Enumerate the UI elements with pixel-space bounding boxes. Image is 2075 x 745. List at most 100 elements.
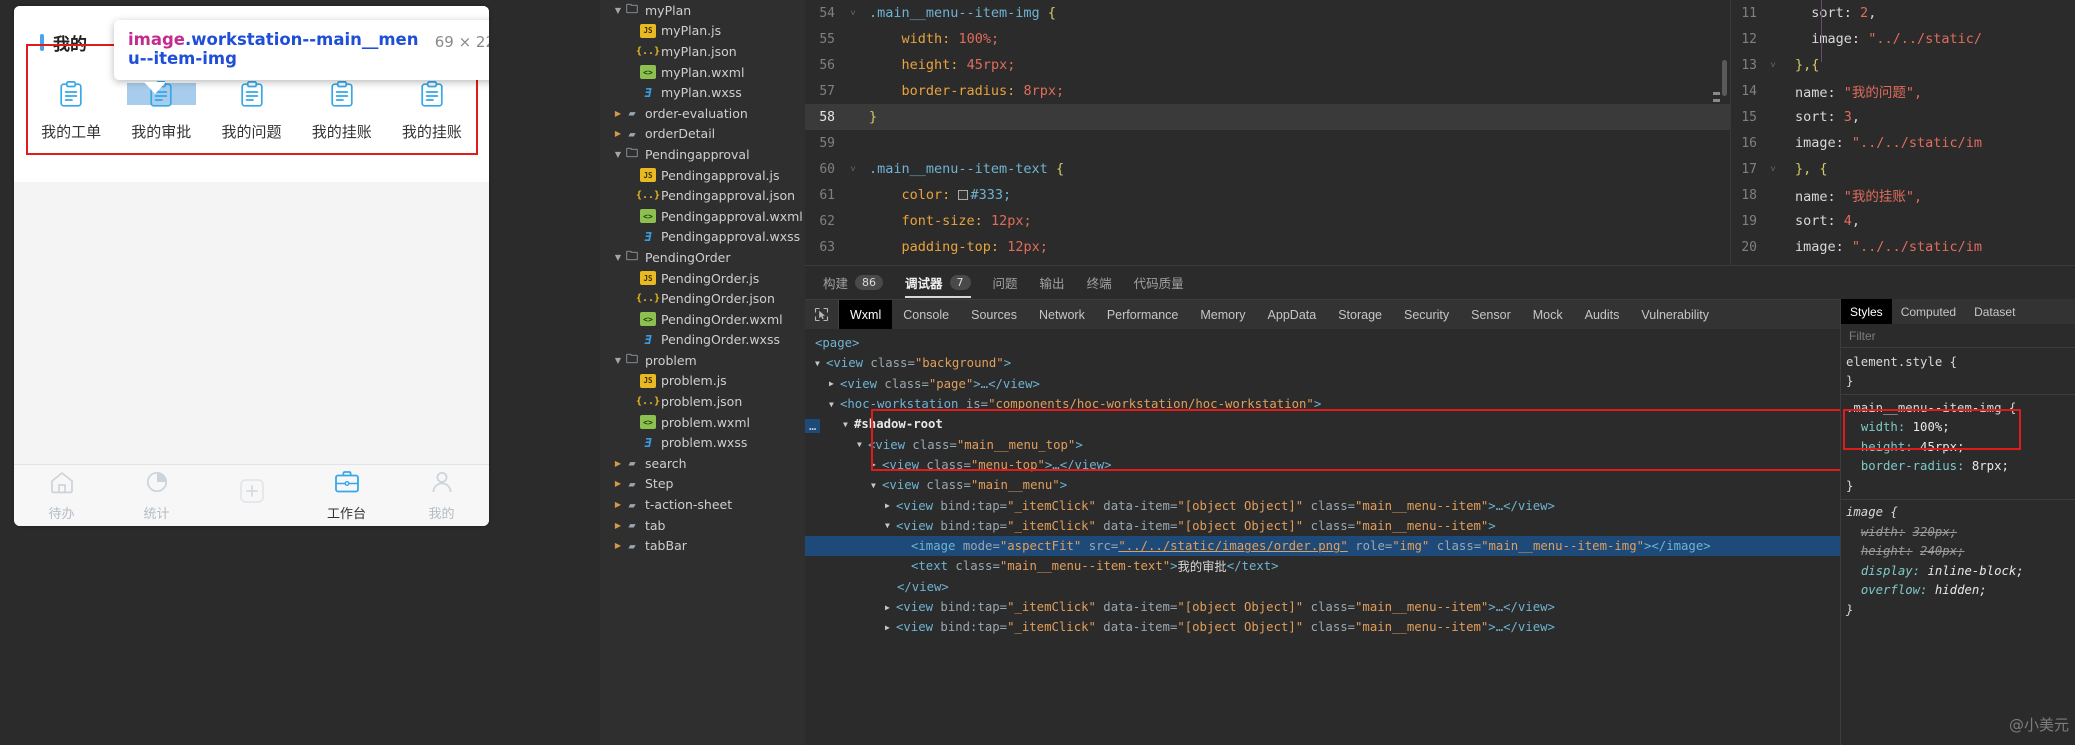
wxml-dom-tree[interactable]: <page> ▼ <view class= "background" > ▶ <view… [805,329,1840,745]
css-value[interactable]: 240px; [1920,544,1964,558]
chevron-down-icon[interactable]: ▼ [815,359,826,368]
style-rule-1-selector[interactable]: .main__menu--item-img { [1841,398,2075,418]
styles-tab-strip[interactable]: Styles Computed Dataset [1841,299,2075,324]
chevron-right-icon[interactable]: ▶ [612,521,624,530]
color-swatch-icon[interactable] [958,190,969,200]
devtools-tab-memory[interactable]: Memory [1189,300,1256,330]
chevron-down-icon[interactable]: ▼ [871,481,882,490]
code-line-59[interactable]: 59 [805,130,1730,156]
code-line-13[interactable]: 13 ˅},{ [1731,52,2075,78]
panel-tab-output[interactable]: 输出 [1040,266,1065,300]
code-line-17[interactable]: 17 ˅}, { [1731,156,2075,182]
dom-node-shadow-root[interactable]: ▼ #shadow-root [805,414,1840,434]
css-property[interactable]: display: [1861,564,1920,578]
tree-row[interactable]: ▶ ▰ t-action-sheet [600,494,805,515]
tree-row[interactable]: <> Pendingapproval.wxml [600,206,805,227]
tree-row[interactable]: ▼ 🗀 problem [600,350,805,371]
fold-chevron-down-icon[interactable]: ˅ [845,164,861,175]
devtools-tab-vulnerability[interactable]: Vulnerability [1630,300,1720,330]
dom-node-hoc-workstation[interactable]: ▼ <hoc-workstation is= "components/hoc-wor… [805,394,1840,414]
chevron-right-icon[interactable]: ▶ [885,501,896,510]
phone-simulator[interactable]: 我的 我的工单 我的审批 我的问题 我的挂账 我的挂账 image.workst… [14,6,489,526]
styles-tab-styles[interactable]: Styles [1841,299,1892,324]
chevron-right-icon[interactable]: ▶ [871,460,882,469]
menu-item-4[interactable]: 我的挂账 [387,75,477,142]
styles-tab-dataset[interactable]: Dataset [1965,299,2024,324]
dom-node-main-menu-top[interactable]: ▼ <view class= "main__menu_top" > [805,434,1840,454]
devtools-tab-console[interactable]: Console [892,300,960,330]
code-line-20[interactable]: 20 image: "../../static/im [1731,234,2075,260]
dom-node-text[interactable]: <text class= "main__menu--item-text" > 我的审批… [805,556,1840,576]
menu-item-img-wrap-0[interactable] [37,81,106,107]
tree-row[interactable]: ▶ ▰ search [600,453,805,474]
code-line-62[interactable]: 62 font-size: 12px; [805,208,1730,234]
devtools-tab-sensor[interactable]: Sensor [1460,300,1522,330]
tree-row[interactable]: ▶ ▰ Step [600,474,805,495]
css-property[interactable]: overflow: [1861,583,1928,597]
file-explorer-tree[interactable]: ▼ 🗀 myPlan JS myPlan.js {..} myPlan.json <> m… [600,0,805,745]
style-rule-element[interactable]: element.style { [1841,352,2075,372]
css-property[interactable]: width: [1861,525,1905,539]
js-code-editor[interactable]: 11 sort: 2, 12 image: "../../static/ 13 ˅… [1730,0,2075,265]
dom-src-link[interactable]: "../../static/images/order.png" [1118,539,1348,553]
tree-row[interactable]: ▶ ▰ tabBar [600,535,805,556]
chevron-down-icon[interactable]: ▼ [843,420,854,429]
tree-row[interactable]: {..} PendingOrder.json [600,288,805,309]
css-value[interactable]: inline-block; [1927,564,2023,578]
menu-item-img-wrap-2[interactable] [217,81,286,107]
code-line-63[interactable]: 63 padding-top: 12px; [805,234,1730,260]
devtools-tab-audits[interactable]: Audits [1574,300,1631,330]
dom-node-close-view[interactable]: </view> [805,577,1840,597]
tree-row[interactable]: ▶ ▰ tab [600,515,805,536]
dom-node-menu-item-3[interactable]: ▶ <view bind:tap= "_itemClick" data-item= "… [805,617,1840,637]
style-decl-image-height[interactable]: height: 240px; [1841,542,2075,562]
code-line-16[interactable]: 16 image: "../../static/im [1731,130,2075,156]
css-value[interactable]: 100%; [1913,420,1950,434]
css-property[interactable]: width: [1861,420,1905,434]
dom-ellipsis-badge[interactable]: … [805,419,821,433]
css-property[interactable]: border-radius: [1861,459,1965,473]
styles-rule-list[interactable]: element.style { } .main__menu--item-img … [1841,348,2075,745]
chevron-right-icon[interactable]: ▶ [885,603,896,612]
tabbar-item-stats[interactable]: 统计 [109,470,204,522]
tabbar-item-mine[interactable]: 我的 [394,470,489,522]
chevron-right-icon[interactable]: ▶ [612,129,624,138]
menu-item-2[interactable]: 我的问题 [206,75,296,142]
fold-chevron-down-icon[interactable]: ˅ [1765,60,1781,71]
css-value[interactable]: 8rpx; [1972,459,2009,473]
fold-chevron-down-icon[interactable]: ˅ [845,8,861,19]
editor-scrollbar-thumb[interactable] [1722,60,1727,96]
dom-node-menu-item-0[interactable]: ▶ <view bind:tap= "_itemClick" data-item= "… [805,495,1840,515]
dom-node-background[interactable]: ▼ <view class= "background" > [805,353,1840,373]
code-line-15[interactable]: 15 sort: 3, [1731,104,2075,130]
tabbar-item-workstation[interactable]: 工作台 [299,470,394,522]
tree-row[interactable]: JS problem.js [600,371,805,392]
code-line-54[interactable]: 54 ˅ .main__menu--item-img { [805,0,1730,26]
dom-node-menu-top[interactable]: ▶ <view class= "menu-top" >…</view> [805,455,1840,475]
wxss-code-editor[interactable]: 54 ˅ .main__menu--item-img { 55 width: 100… [805,0,1730,265]
tree-row[interactable]: ▶ ▰ orderDetail [600,124,805,145]
code-line-12[interactable]: 12 image: "../../static/ [1731,26,2075,52]
style-decl-border-radius[interactable]: border-radius: 8rpx; [1841,457,2075,477]
chevron-down-icon[interactable]: ▼ [612,253,624,262]
styles-tab-computed[interactable]: Computed [1892,299,1965,324]
code-line-14[interactable]: 14 name: "我的问题", [1731,78,2075,104]
devtools-tab-mock[interactable]: Mock [1522,300,1574,330]
menu-item-3[interactable]: 我的挂账 [297,75,387,142]
code-line-61[interactable]: 61 color: #333; [805,182,1730,208]
code-line-19[interactable]: 19 sort: 4, [1731,208,2075,234]
code-line-60[interactable]: 60 ˅ .main__menu--item-text { [805,156,1730,182]
tree-row[interactable]: {..} Pendingapproval.json [600,185,805,206]
code-line-58[interactable]: 58} [805,104,1730,130]
panel-tab-terminal[interactable]: 终端 [1087,266,1112,300]
code-line-56[interactable]: 56 height: 45rpx; [805,52,1730,78]
tree-row[interactable]: Ǝ PendingOrder.wxss [600,330,805,351]
devtools-tab-performance[interactable]: Performance [1096,300,1190,330]
tree-row[interactable]: {..} problem.json [600,391,805,412]
css-value[interactable]: 45rpx; [1920,440,1964,454]
code-line-55[interactable]: 55 width: 100%; [805,26,1730,52]
chevron-down-icon[interactable]: ▼ [857,440,868,449]
menu-item-0[interactable]: 我的工单 [26,75,116,142]
devtools-tab-storage[interactable]: Storage [1327,300,1393,330]
panel-tab-build[interactable]: 构建 86 [823,266,884,300]
